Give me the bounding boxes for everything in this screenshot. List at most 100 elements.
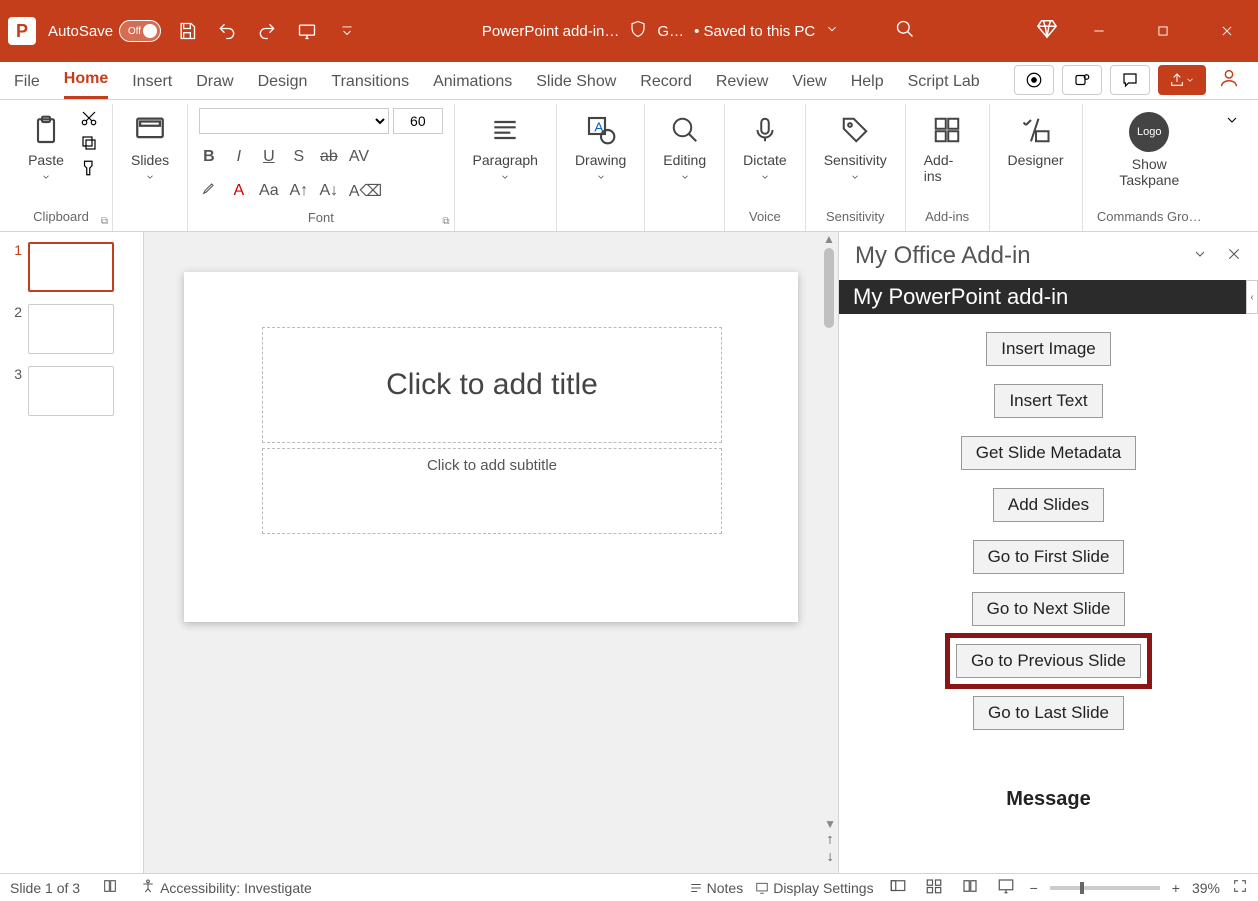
zoom-slider-thumb[interactable]	[1080, 882, 1084, 894]
share-button[interactable]	[1158, 65, 1206, 95]
taskpane-close-icon[interactable]	[1226, 246, 1242, 267]
insert-image-button[interactable]: Insert Image	[986, 332, 1111, 366]
go-first-slide-button[interactable]: Go to First Slide	[973, 540, 1125, 574]
tab-draw[interactable]: Draw	[196, 65, 233, 99]
tab-transitions[interactable]: Transitions	[331, 65, 409, 99]
status-bar: Slide 1 of 3 Accessibility: Investigate …	[0, 873, 1258, 901]
maximize-button[interactable]	[1140, 15, 1186, 47]
show-taskpane-button[interactable]: Logo Show Taskpane	[1095, 108, 1204, 192]
dictate-button[interactable]: Dictate	[737, 108, 793, 186]
font-family-select[interactable]	[199, 108, 389, 134]
save-icon[interactable]	[173, 17, 201, 45]
paste-button[interactable]: Paste	[22, 108, 70, 186]
reading-view-icon[interactable]	[958, 877, 982, 898]
thumb-1[interactable]: 1	[8, 242, 135, 292]
decrease-font-icon[interactable]: A↓	[319, 182, 339, 200]
minimize-button[interactable]	[1076, 15, 1122, 47]
shadow-icon[interactable]: S	[289, 148, 309, 166]
prev-slide-nav-icon[interactable]: ⭡	[827, 833, 833, 848]
highlight-icon[interactable]	[199, 180, 219, 201]
tab-slideshow[interactable]: Slide Show	[536, 65, 616, 99]
tab-help[interactable]: Help	[851, 65, 884, 99]
cut-icon[interactable]	[78, 108, 100, 127]
insert-text-button[interactable]: Insert Text	[994, 384, 1102, 418]
book-icon[interactable]	[102, 878, 118, 897]
teams-icon[interactable]	[1062, 65, 1102, 95]
underline-icon[interactable]: U	[259, 148, 279, 166]
go-next-slide-button[interactable]: Go to Next Slide	[972, 592, 1126, 626]
designer-button[interactable]: Designer	[1002, 108, 1070, 172]
tab-scriptlab[interactable]: Script Lab	[908, 65, 980, 99]
paragraph-icon	[487, 112, 523, 148]
zoom-out-button[interactable]: −	[1030, 880, 1038, 896]
fit-to-window-icon[interactable]	[1232, 878, 1248, 897]
redo-icon[interactable]	[253, 17, 281, 45]
comments-icon[interactable]	[1110, 65, 1150, 95]
account-icon[interactable]	[1214, 67, 1244, 94]
tab-animations[interactable]: Animations	[433, 65, 512, 99]
accessibility-text[interactable]: Accessibility: Investigate	[160, 880, 312, 896]
autosave-toggle[interactable]: AutoSave Off	[48, 20, 161, 42]
notes-button[interactable]: Notes	[689, 880, 744, 896]
increase-font-icon[interactable]: A↑	[289, 182, 309, 200]
sensitivity-button[interactable]: Sensitivity	[818, 108, 893, 186]
zoom-in-button[interactable]: +	[1172, 880, 1180, 896]
slideshow-view-icon[interactable]	[994, 877, 1018, 898]
tab-record[interactable]: Record	[640, 65, 692, 99]
slide-canvas[interactable]: Click to add title Click to add subtitle	[184, 272, 798, 622]
addins-button[interactable]: Add-ins	[918, 108, 977, 188]
tab-view[interactable]: View	[792, 65, 826, 99]
taskpane-menu-icon[interactable]	[1192, 246, 1208, 267]
group-voice: Dictate Voice	[725, 104, 806, 231]
copy-icon[interactable]	[78, 133, 100, 152]
add-slides-button[interactable]: Add Slides	[993, 488, 1104, 522]
diamond-icon[interactable]	[1036, 18, 1058, 45]
camera-icon[interactable]	[1014, 65, 1054, 95]
go-last-slide-button[interactable]: Go to Last Slide	[973, 696, 1124, 730]
zoom-slider[interactable]	[1050, 886, 1160, 890]
strikethrough-icon[interactable]: ab	[319, 148, 339, 166]
scroll-up-icon[interactable]: ▲	[822, 232, 836, 246]
paragraph-button[interactable]: Paragraph	[467, 108, 544, 186]
clipboard-launcher-icon[interactable]: ⧉	[101, 216, 108, 227]
taskpane-expand-icon[interactable]: ‹	[1246, 280, 1258, 314]
undo-icon[interactable]	[213, 17, 241, 45]
character-spacing-icon[interactable]: AV	[349, 148, 369, 166]
search-icon[interactable]	[895, 19, 915, 43]
subtitle-placeholder[interactable]: Click to add subtitle	[262, 448, 722, 534]
drawing-button[interactable]: A Drawing	[569, 108, 632, 186]
save-dropdown-icon[interactable]	[825, 22, 839, 40]
from-beginning-icon[interactable]	[293, 17, 321, 45]
normal-view-icon[interactable]	[886, 877, 910, 898]
zoom-value[interactable]: 39%	[1192, 880, 1220, 896]
new-slide-button[interactable]: Slides	[125, 108, 175, 186]
go-previous-slide-button[interactable]: Go to Previous Slide	[956, 644, 1141, 678]
display-settings-button[interactable]: Display Settings	[755, 880, 873, 896]
tab-review[interactable]: Review	[716, 65, 768, 99]
font-launcher-icon[interactable]: ⧉	[442, 216, 449, 227]
thumb-3[interactable]: 3	[8, 366, 135, 416]
qat-customize-icon[interactable]	[333, 17, 361, 45]
scroll-down-icon[interactable]: ▼	[824, 817, 836, 831]
italic-icon[interactable]: I	[229, 148, 249, 166]
tab-design[interactable]: Design	[258, 65, 308, 99]
font-color-icon[interactable]: A	[229, 182, 249, 200]
clear-formatting-icon[interactable]: A⌫	[349, 181, 369, 201]
change-case-icon[interactable]: Aa	[259, 182, 279, 200]
format-painter-icon[interactable]	[78, 159, 100, 178]
get-slide-metadata-button[interactable]: Get Slide Metadata	[961, 436, 1137, 470]
bold-icon[interactable]: B	[199, 148, 219, 166]
tab-file[interactable]: File	[14, 65, 40, 99]
tab-home[interactable]: Home	[64, 62, 108, 99]
editor-scrollbar[interactable]: ▲	[822, 232, 836, 873]
close-button[interactable]	[1204, 15, 1250, 47]
next-slide-nav-icon[interactable]: ⭣	[827, 850, 833, 865]
editing-button[interactable]: Editing	[657, 108, 712, 186]
slide-sorter-icon[interactable]	[922, 877, 946, 898]
title-placeholder[interactable]: Click to add title	[262, 327, 722, 443]
font-size-select[interactable]	[393, 108, 443, 134]
scroll-thumb[interactable]	[824, 248, 834, 328]
tab-insert[interactable]: Insert	[132, 65, 172, 99]
collapse-ribbon-icon[interactable]	[1216, 104, 1248, 231]
thumb-2[interactable]: 2	[8, 304, 135, 354]
